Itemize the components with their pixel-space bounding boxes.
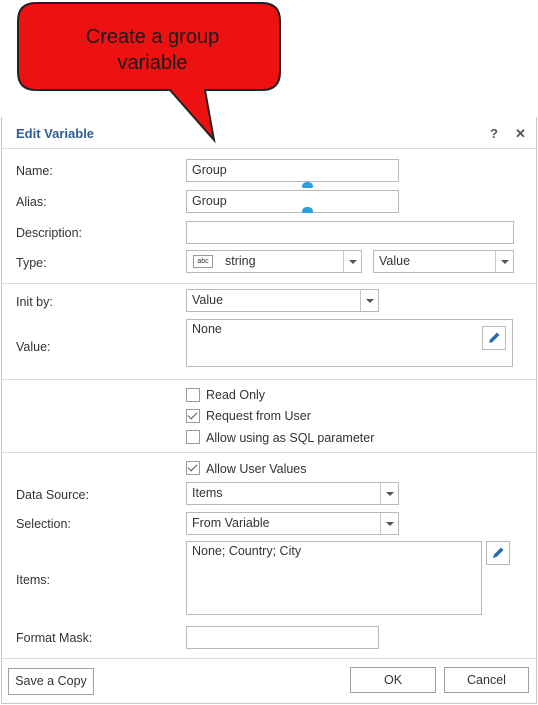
type-kind-value: Value xyxy=(379,254,411,268)
pencil-icon xyxy=(489,332,500,343)
type-label: Type: xyxy=(16,256,47,270)
read-only-checkbox[interactable] xyxy=(186,388,200,402)
ok-button[interactable]: OK xyxy=(350,667,436,693)
chevron-down-icon[interactable] xyxy=(360,290,378,311)
value-label: Value: xyxy=(16,340,51,354)
chevron-down-icon[interactable] xyxy=(343,251,361,272)
name-field[interactable]: Group xyxy=(186,159,399,182)
divider xyxy=(2,452,536,453)
allow-user-values-checkbox[interactable] xyxy=(186,461,200,475)
resize-handle-icon[interactable] xyxy=(302,207,313,213)
help-icon[interactable]: ? xyxy=(490,126,498,141)
allow-sql-checkbox[interactable] xyxy=(186,430,200,444)
format-mask-label: Format Mask: xyxy=(16,631,93,645)
callout-text: Create a group variable xyxy=(85,26,220,74)
data-source-value: Items xyxy=(192,486,223,500)
type-value: string xyxy=(225,254,256,268)
init-by-select[interactable]: Value xyxy=(186,289,379,312)
read-only-label: Read Only xyxy=(206,388,266,402)
init-by-value: Value xyxy=(192,293,224,307)
type-select[interactable]: abc string xyxy=(186,250,362,273)
divider xyxy=(2,658,536,659)
value-field[interactable]: None xyxy=(186,319,513,367)
allow-sql-label: Allow using as SQL parameter xyxy=(206,431,375,445)
chevron-down-icon[interactable] xyxy=(380,513,398,534)
init-by-label: Init by: xyxy=(16,295,53,309)
alias-value: Group xyxy=(192,194,227,208)
string-type-icon: abc xyxy=(193,255,213,269)
selection-value: From Variable xyxy=(192,516,270,530)
selection-select[interactable]: From Variable xyxy=(186,512,399,535)
format-mask-field[interactable] xyxy=(186,626,379,649)
dialog-title: Edit Variable xyxy=(16,126,95,141)
data-source-select[interactable]: Items xyxy=(186,482,399,505)
items-text: None; Country; City xyxy=(192,544,302,558)
divider xyxy=(2,148,536,149)
chevron-down-icon[interactable] xyxy=(495,251,513,272)
description-field[interactable] xyxy=(186,221,514,244)
value-text: None xyxy=(192,322,222,336)
description-label: Description: xyxy=(16,226,82,240)
items-field[interactable]: None; Country; City xyxy=(186,541,482,615)
data-source-label: Data Source: xyxy=(16,488,89,502)
divider xyxy=(2,379,536,380)
type-kind-select[interactable]: Value xyxy=(373,250,514,273)
save-a-copy-button[interactable]: Save a Copy xyxy=(8,668,94,695)
name-label: Name: xyxy=(16,164,53,178)
divider xyxy=(2,283,536,284)
request-from-user-checkbox[interactable] xyxy=(186,409,200,423)
pencil-icon xyxy=(493,547,504,558)
selection-label: Selection: xyxy=(16,517,71,531)
request-from-user-label: Request from User xyxy=(206,409,311,423)
cancel-button[interactable]: Cancel xyxy=(444,667,529,693)
resize-handle-icon[interactable] xyxy=(302,182,313,188)
chevron-down-icon[interactable] xyxy=(380,483,398,504)
allow-user-values-label: Allow User Values xyxy=(206,462,307,476)
alias-label: Alias: xyxy=(16,195,47,209)
close-icon[interactable]: ✕ xyxy=(515,126,526,142)
items-label: Items: xyxy=(16,573,51,587)
value-edit-button[interactable] xyxy=(482,326,506,350)
name-value: Group xyxy=(192,163,227,177)
alias-field[interactable]: Group xyxy=(186,190,399,213)
items-edit-button[interactable] xyxy=(486,541,510,565)
